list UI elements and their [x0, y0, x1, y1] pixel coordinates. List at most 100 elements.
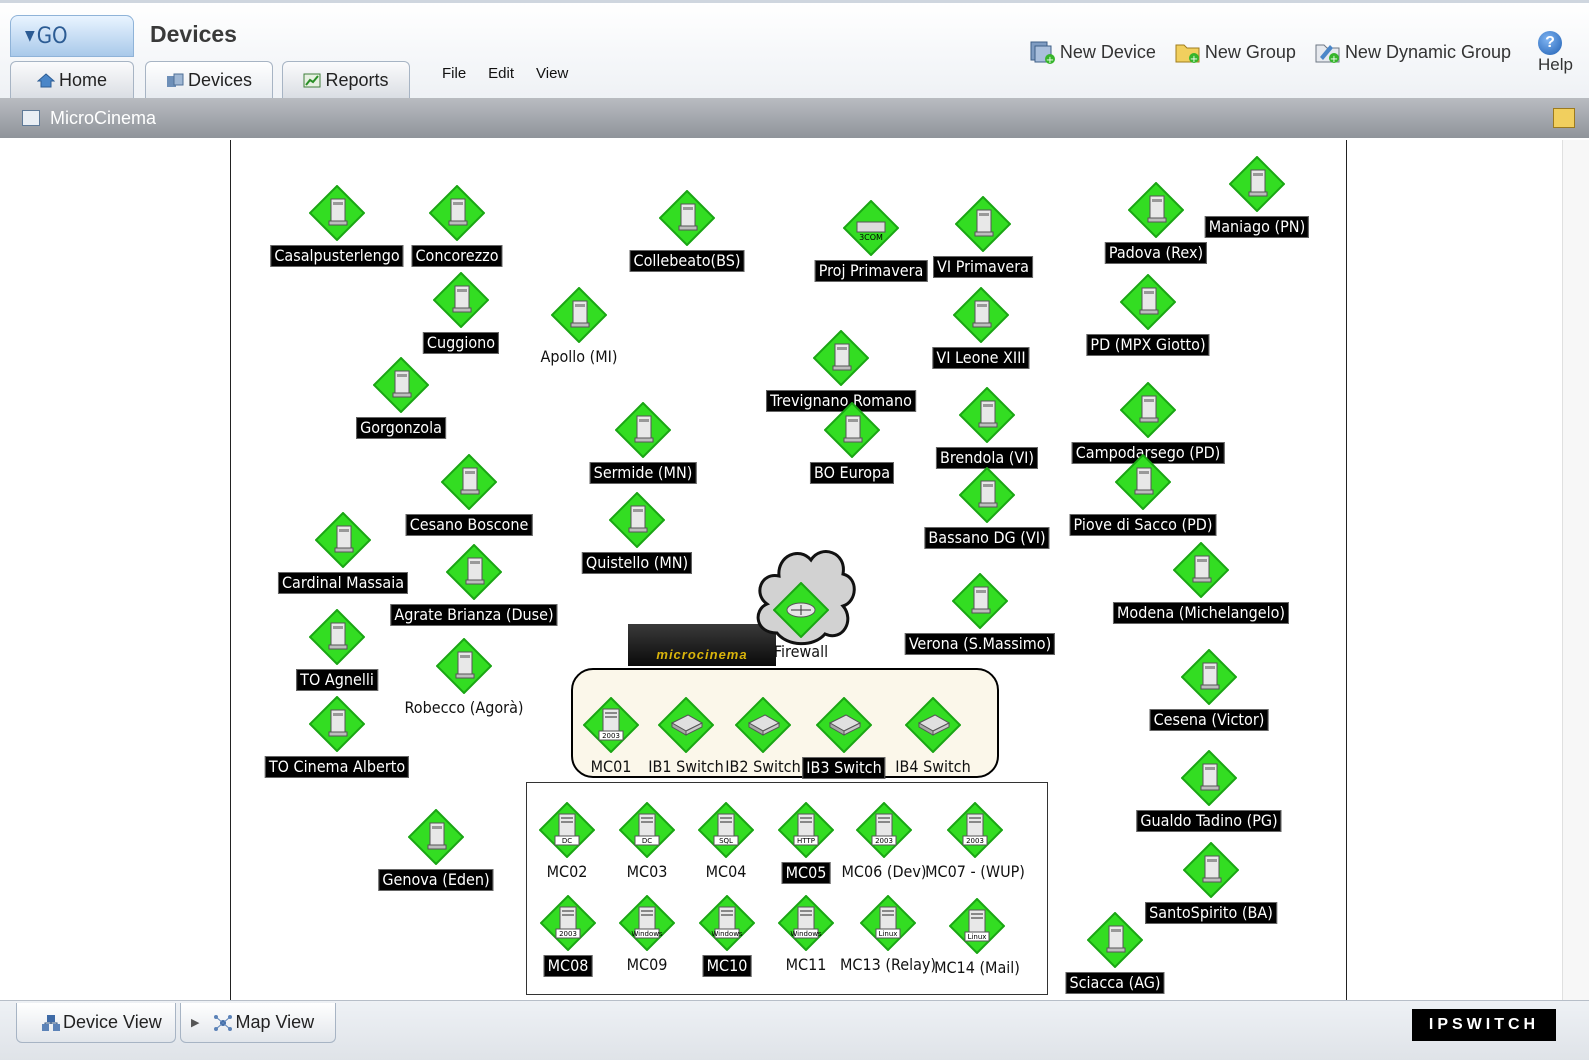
new-dynamic-group-label: New Dynamic Group [1344, 41, 1511, 62]
new-dynamic-group-button[interactable]: + New Dynamic Group [1314, 39, 1511, 65]
map-view-icon [214, 1014, 233, 1031]
server-icon: Windows [699, 895, 755, 951]
computer-icon [1173, 542, 1229, 598]
computer-icon [429, 185, 485, 241]
device-view-icon [42, 1014, 60, 1031]
device-label: Verona (S.Massimo) [904, 633, 1056, 655]
tab-reports[interactable]: Reports [282, 61, 410, 99]
device-label: MC04 [705, 862, 747, 881]
svg-text:Windows: Windows [631, 930, 663, 938]
computer-icon [1120, 382, 1176, 438]
firewall-icon [773, 582, 829, 638]
server-icon: DC [539, 802, 595, 858]
server-icon: Windows [619, 895, 675, 951]
switch-icon [658, 697, 714, 753]
device-label: Firewall [773, 642, 829, 661]
new-group-button[interactable]: + New Group [1174, 39, 1296, 65]
toolbar-actions: + New Device + New Group + New Dynamic G… [1029, 39, 1511, 65]
tab-map-view[interactable]: ▶ Map View [180, 1003, 336, 1043]
server-icon: Linux [860, 895, 916, 951]
device-label: Maniago (PN) [1204, 216, 1310, 238]
menu-edit[interactable]: Edit [488, 65, 514, 82]
group-icon [22, 110, 40, 126]
computer-icon [615, 402, 671, 458]
device-label: MC14 (Mail) [934, 958, 1020, 977]
computer-icon [436, 638, 492, 694]
group-title: MicroCinema [50, 107, 157, 128]
computer-icon [373, 357, 429, 413]
computer-icon [959, 387, 1015, 443]
computer-icon [441, 454, 497, 510]
svg-text:DC: DC [642, 837, 652, 845]
computer-icon [813, 330, 869, 386]
computer-icon [1128, 182, 1184, 238]
device-label: Proj Primavera [814, 260, 928, 282]
device-label: Cardinal Massaia [277, 572, 409, 594]
server-icon: HTTP [778, 802, 834, 858]
svg-text:3COM: 3COM [859, 233, 883, 242]
device-label: Gualdo Tadino (PG) [1136, 810, 1282, 832]
tab-home[interactable]: Home [10, 61, 134, 99]
new-device-icon: + [1030, 41, 1055, 65]
tab-devices[interactable]: Devices [145, 61, 273, 99]
vertical-scrollbar[interactable] [1562, 140, 1589, 1000]
tab-device-view[interactable]: Device View [16, 1003, 176, 1043]
svg-text:Linux: Linux [879, 930, 898, 938]
chevron-down-icon: ▼ [25, 28, 35, 44]
svg-text:+: + [1046, 55, 1054, 65]
svg-text:HTTP: HTTP [797, 837, 815, 845]
device-label: Casalpusterlengo [270, 245, 404, 267]
help-button[interactable]: ? Help [1538, 31, 1589, 75]
computer-icon [955, 196, 1011, 252]
svg-text:2003: 2003 [875, 837, 893, 845]
device-label: Collebeato(BS) [629, 250, 745, 272]
device-label: TO Agnelli [296, 669, 378, 691]
server-icon: 2003 [947, 802, 1003, 858]
computer-icon [315, 512, 371, 568]
go-button[interactable]: ▼ GO [10, 15, 134, 57]
server-icon: Linux [949, 898, 1005, 954]
computer-icon [551, 287, 607, 343]
svg-text:+: + [1190, 54, 1198, 65]
computer-icon [1183, 842, 1239, 898]
switch-icon [735, 697, 791, 753]
left-blank-pane [10, 140, 230, 1000]
tab-reports-label: Reports [325, 70, 389, 90]
new-dynamic-group-icon: + [1315, 44, 1340, 65]
tab-device-view-label: Device View [63, 1012, 162, 1032]
menu-bar: File Edit View [442, 65, 568, 82]
device-label: IB2 Switch [725, 757, 801, 776]
device-label: Brendola (VI) [935, 447, 1039, 469]
reports-icon [303, 73, 321, 88]
svg-text:Windows: Windows [711, 930, 743, 938]
computer-icon [1181, 649, 1237, 705]
help-label: Help [1538, 55, 1573, 74]
computer-icon [824, 402, 880, 458]
device-map-canvas[interactable]: microcinema Casalpusterlengo Concorezzo Co… [230, 140, 1347, 1000]
server-icon: DC [619, 802, 675, 858]
computer-icon [1115, 454, 1171, 510]
menu-file[interactable]: File [442, 65, 466, 82]
up-folder-icon[interactable] [1553, 108, 1575, 128]
device-label: Cesano Boscone [405, 514, 533, 536]
tab-map-view-label: Map View [235, 1012, 315, 1032]
devices-icon [166, 73, 184, 87]
new-group-icon: + [1175, 44, 1200, 65]
new-device-button[interactable]: + New Device [1029, 39, 1156, 65]
server-icon: 2003 [540, 895, 596, 951]
device-label: MC11 [785, 955, 827, 974]
device-label: Piove di Sacco (PD) [1069, 514, 1217, 536]
device-label: Genova (Eden) [378, 869, 494, 891]
bottom-bar: Device View ▶ Map View IPSWITCH [0, 1000, 1589, 1060]
computer-icon [309, 185, 365, 241]
device-label: MC06 (Dev) [841, 862, 927, 881]
computer-icon [959, 467, 1015, 523]
computer-icon [953, 287, 1009, 343]
menu-view[interactable]: View [536, 65, 568, 82]
caret-right-icon: ▶ [191, 1017, 200, 1029]
new-device-label: New Device [1059, 41, 1156, 62]
computer-icon [309, 609, 365, 665]
server-icon: SQL [698, 802, 754, 858]
device-label: MC13 (Relay) [839, 955, 937, 974]
device-label: Sermide (MN) [589, 462, 697, 484]
